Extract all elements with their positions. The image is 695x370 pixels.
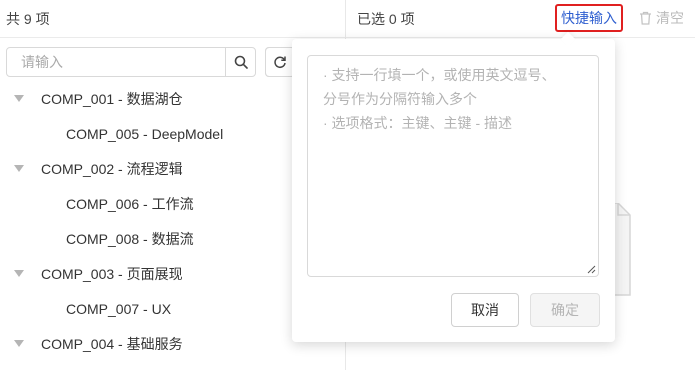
quick-input-popover: · 支持一行填一个，或使用英文逗号、 分号作为分隔符输入多个 · 选项格式：主键… [292, 31, 615, 342]
quick-input-link[interactable]: 快捷输入 [555, 4, 623, 32]
caret-down-icon[interactable] [0, 95, 41, 102]
caret-down-icon[interactable] [0, 165, 41, 172]
quick-input-textarea[interactable]: · 支持一行填一个，或使用英文逗号、 分号作为分隔符输入多个 · 选项格式：主键… [307, 55, 599, 277]
caret-down-icon[interactable] [0, 270, 41, 277]
search-icon[interactable] [225, 48, 255, 76]
confirm-button[interactable]: 确定 [530, 293, 600, 327]
tree-node-label: COMP_002 - 流程逻辑 [41, 160, 183, 177]
tree-node-label: COMP_001 - 数据湖仓 [41, 90, 183, 107]
trash-icon [640, 11, 651, 25]
tree-node-label: COMP_006 - 工作流 [66, 195, 194, 212]
textarea-placeholder-line: · 选项格式：主键、主键 - 描述 [323, 115, 512, 131]
source-search-row: 请输入 [6, 47, 295, 77]
source-panel-header: 共 9 项 [0, 0, 345, 38]
textarea-placeholder-line: · 支持一行填一个，或使用英文逗号、 [323, 67, 556, 83]
search-placeholder: 请输入 [21, 54, 63, 70]
selected-count: 已选 0 项 [357, 10, 415, 27]
tree-node-label: COMP_004 - 基础服务 [41, 335, 183, 352]
item-count: 共 9 项 [6, 10, 50, 27]
clear-label: 清空 [656, 10, 684, 26]
cancel-button[interactable]: 取消 [451, 293, 519, 327]
clear-button[interactable]: 清空 [639, 8, 695, 28]
tree-node-label: COMP_008 - 数据流 [66, 230, 194, 247]
caret-down-icon[interactable] [0, 340, 41, 347]
resize-handle-icon[interactable] [586, 264, 596, 274]
source-search-input[interactable]: 请输入 [6, 47, 256, 77]
tree-node-label: COMP_003 - 页面展现 [41, 265, 183, 282]
tree-node-label: COMP_005 - DeepModel [66, 125, 224, 142]
tree-node-label: COMP_007 - UX [66, 300, 172, 317]
target-header-actions: 快捷输入 清空 [555, 4, 695, 32]
textarea-placeholder-line: 分号作为分隔符输入多个 [323, 91, 477, 107]
